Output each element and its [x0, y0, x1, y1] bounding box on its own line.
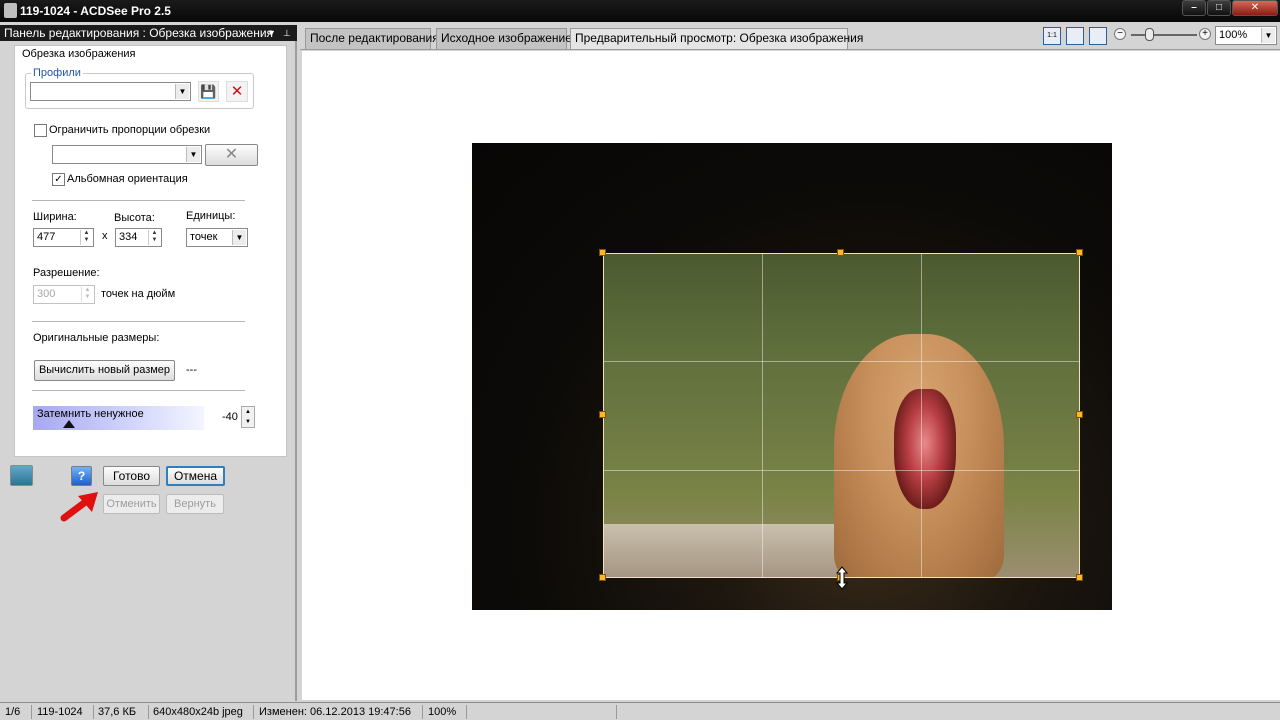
save-full-icon[interactable] — [10, 465, 33, 486]
status-bar: 1/6 119-1024 37,6 КБ 640x480x24b jpeg Из… — [0, 702, 1280, 720]
times-sign: x — [102, 230, 108, 242]
redo-button[interactable]: Вернуть — [166, 494, 224, 514]
crop-handle-ne[interactable] — [1076, 249, 1083, 256]
darken-spinner[interactable]: ▲ ▼ — [241, 406, 255, 428]
grid-line — [604, 470, 1079, 471]
landscape-checkbox[interactable]: ✓ — [52, 173, 65, 186]
chevron-down-icon: ▼ — [175, 84, 189, 99]
status-index: 1/6 — [5, 706, 21, 718]
divider — [93, 705, 94, 719]
save-icon[interactable]: 💾 — [198, 81, 219, 102]
chevron-down-icon: ▼ — [232, 230, 246, 245]
darken-slider-thumb[interactable] — [63, 420, 75, 428]
fit-width-icon[interactable] — [1089, 27, 1107, 45]
status-filesize: 37,6 КБ — [98, 706, 137, 718]
window-title: 119-1024 - ACDSee Pro 2.5 — [20, 4, 171, 18]
crop-handle-w[interactable] — [599, 411, 606, 418]
done-button[interactable]: Готово — [103, 466, 160, 486]
original-size-label: Оригинальные размеры: — [33, 332, 160, 344]
crop-handle-n[interactable] — [837, 249, 844, 256]
width-input[interactable]: 477 ▲ ▼ — [33, 228, 94, 247]
status-dimensions: 640x480x24b jpeg — [153, 706, 243, 718]
panel-menu-icon[interactable]: ▼ — [267, 25, 276, 41]
darken-label: Затемнить ненужное — [37, 408, 144, 420]
divider — [31, 705, 32, 719]
landscape-label: Альбомная ориентация — [67, 173, 188, 185]
app-icon — [4, 3, 17, 18]
ratio-select[interactable]: ▼ — [52, 145, 202, 164]
grid-line — [762, 254, 763, 577]
zoom-out-icon[interactable]: − — [1114, 28, 1126, 40]
divider — [32, 390, 245, 391]
divider — [616, 705, 617, 719]
crop-handle-sw[interactable] — [599, 574, 606, 581]
maximize-icon[interactable]: □ — [1207, 0, 1231, 16]
chevron-down-icon: ▼ — [186, 147, 200, 162]
darken-slider[interactable]: Затемнить ненужное — [33, 406, 204, 430]
zoom-select[interactable]: 100% ▼ — [1215, 26, 1277, 45]
tab-crop-preview[interactable]: Предварительный просмотр: Обрезка изобра… — [570, 28, 863, 49]
section-title: Обрезка изображения — [22, 48, 136, 60]
grid-line — [921, 254, 922, 577]
title-bar: 119-1024 - ACDSee Pro 2.5 – □ ✕ — [0, 0, 1280, 22]
divider — [32, 321, 245, 322]
clear-ratio-button[interactable]: ✕ — [205, 144, 258, 166]
width-label: Ширина: — [33, 211, 77, 223]
log-shape — [604, 524, 854, 577]
zoom-slider-thumb[interactable] — [1145, 28, 1154, 41]
grid-line — [604, 361, 1079, 362]
help-icon[interactable]: ? — [71, 466, 92, 486]
crop-handle-nw[interactable] — [599, 249, 606, 256]
divider — [253, 705, 254, 719]
status-zoom: 100% — [428, 706, 457, 718]
open-mouth-shape — [894, 389, 956, 509]
panel-title: Панель редактирования : Обрезка изображе… — [4, 26, 274, 40]
height-label: Высота: — [114, 212, 155, 224]
minimize-icon[interactable]: – — [1182, 0, 1206, 16]
resolution-input: 300 ▲ ▼ — [33, 285, 95, 304]
panel-header: Панель редактирования : Обрезка изображе… — [0, 25, 297, 41]
resolution-spinner: ▲ ▼ — [81, 287, 93, 302]
crop-handle-se[interactable] — [1076, 574, 1083, 581]
red-arrow-annotation — [60, 492, 98, 522]
cancel-button[interactable]: Отмена — [166, 466, 225, 486]
calc-new-size-button[interactable]: Вычислить новый размер — [34, 360, 175, 381]
width-spinner[interactable]: ▲ ▼ — [80, 230, 92, 245]
tab-after-edit[interactable]: После редактирования — [305, 28, 439, 49]
delete-icon[interactable]: ✕ — [226, 81, 248, 102]
original-size-value: --- — [186, 364, 197, 376]
divider — [422, 705, 423, 719]
divider — [148, 705, 149, 719]
undo-button[interactable]: Отменить — [103, 494, 160, 514]
crop-region[interactable] — [603, 253, 1080, 578]
crop-handle-e[interactable] — [1076, 411, 1083, 418]
view-tabs: После редактирования Исходное изображени… — [300, 25, 1280, 50]
units-label: Единицы: — [186, 210, 236, 222]
chevron-down-icon: ▼ — [1261, 28, 1275, 43]
resize-cursor-icon — [835, 566, 849, 590]
resolution-unit: точек на дюйм — [101, 288, 176, 300]
zoom-slider[interactable] — [1131, 34, 1197, 36]
status-modified: Изменен: 06.12.2013 19:47:56 — [259, 706, 411, 718]
fit-image-icon[interactable] — [1066, 27, 1084, 45]
height-input[interactable]: 334 ▲ ▼ — [115, 228, 162, 247]
divider — [466, 705, 467, 719]
darken-value: -40 — [222, 411, 238, 423]
zoom-in-icon[interactable]: + — [1199, 28, 1211, 40]
profiles-select[interactable]: ▼ — [30, 82, 191, 101]
status-filename: 119-1024 — [37, 706, 83, 718]
constrain-label: Ограничить пропорции обрезки — [49, 124, 211, 136]
units-select[interactable]: точек ▼ — [186, 228, 248, 247]
height-spinner[interactable]: ▲ ▼ — [148, 230, 160, 245]
tab-original[interactable]: Исходное изображение — [436, 28, 572, 49]
resolution-label: Разрешение: — [33, 267, 100, 279]
constrain-checkbox[interactable] — [34, 124, 47, 137]
divider — [32, 200, 245, 201]
pin-icon[interactable]: ⊥ — [283, 25, 291, 41]
actual-size-icon[interactable]: 1:1 — [1043, 27, 1061, 45]
profiles-label: Профили — [31, 67, 83, 79]
close-icon[interactable]: ✕ — [1232, 0, 1278, 16]
